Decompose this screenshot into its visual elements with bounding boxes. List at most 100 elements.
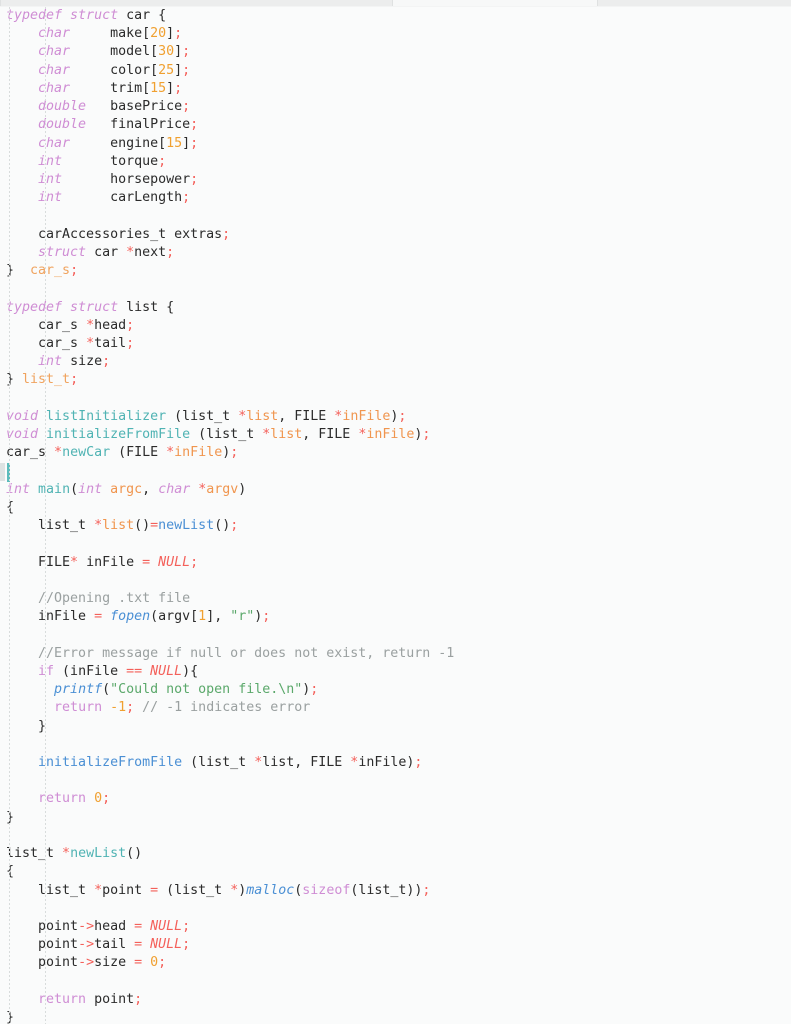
code-line[interactable]: double basePrice;	[0, 98, 791, 116]
code-line[interactable]: } car_s;	[0, 262, 791, 280]
code-line[interactable]: int torque;	[0, 153, 791, 171]
editor-tab-0[interactable]	[0, 0, 394, 6]
code-token: size	[62, 354, 103, 370]
source-code-text[interactable]: typedef struct car { char make[20]; char…	[0, 7, 791, 1024]
code-token: ;	[422, 882, 431, 898]
code-line[interactable]	[0, 572, 791, 590]
code-line[interactable]: point->tail = NULL;	[0, 936, 791, 954]
code-token: list_t	[22, 372, 71, 388]
code-token: color	[70, 62, 151, 78]
code-token: ;	[182, 918, 191, 934]
code-line[interactable]: int main(int argc, char *argv)	[0, 481, 791, 499]
code-line[interactable]: void initializeFromFile (list_t *list, F…	[0, 426, 791, 444]
code-line[interactable]: carAccessories_t extras;	[0, 226, 791, 244]
code-line[interactable]	[0, 462, 791, 480]
code-line[interactable]: return 0;	[0, 790, 791, 808]
code-line[interactable]: list_t *list()=newList();	[0, 517, 791, 535]
code-line[interactable]	[0, 900, 791, 918]
code-line[interactable]: } list_t;	[0, 371, 791, 389]
code-token: inFile	[174, 445, 223, 461]
code-token: *	[126, 244, 135, 260]
code-token: ;	[262, 609, 271, 625]
code-line[interactable]	[0, 390, 791, 408]
code-token: listInitializer	[46, 408, 167, 424]
code-token: point	[102, 882, 151, 898]
code-line[interactable]: }	[0, 718, 791, 736]
code-token: , FILE	[294, 754, 351, 770]
code-token: if	[38, 663, 55, 679]
code-line[interactable]: //Opening .txt file	[0, 590, 791, 608]
code-line[interactable]: initializeFromFile (list_t *list, FILE *…	[0, 754, 791, 772]
code-line[interactable]: char make[20];	[0, 25, 791, 43]
code-token: horsepower	[62, 171, 191, 187]
code-line[interactable]: printf("Could not open file.\n");	[0, 681, 791, 699]
code-line[interactable]: list_t *point = (list_t *)malloc(sizeof(…	[0, 882, 791, 900]
code-token: (list_t	[182, 754, 255, 770]
code-line[interactable]	[0, 736, 791, 754]
code-line[interactable]: int size;	[0, 353, 791, 371]
code-token: ;	[166, 244, 175, 260]
code-line[interactable]: char model[30];	[0, 43, 791, 61]
code-line[interactable]: void listInitializer (list_t *list, FILE…	[0, 408, 791, 426]
code-line[interactable]	[0, 827, 791, 845]
code-line[interactable]	[0, 772, 791, 790]
code-line[interactable]: car_s *newCar (FILE *inFile);	[0, 444, 791, 462]
code-token: list	[102, 518, 135, 534]
code-line[interactable]: char color[25];	[0, 62, 791, 80]
code-line[interactable]: //Error message if null or does not exis…	[0, 645, 791, 663]
code-token: make	[70, 26, 143, 42]
code-token: ;	[70, 263, 79, 279]
code-line[interactable]: return -1; // -1 indicates error	[0, 699, 791, 717]
code-line[interactable]: car_s *tail;	[0, 335, 791, 353]
code-token: // -1 indicates error	[134, 700, 311, 716]
code-token: }	[6, 809, 15, 825]
code-line[interactable]: char trim[15];	[0, 80, 791, 98]
editor-tab-strip[interactable]	[0, 0, 791, 7]
code-token: car_s	[6, 445, 55, 461]
code-line[interactable]	[0, 207, 791, 225]
code-line[interactable]: int carLength;	[0, 189, 791, 207]
code-line[interactable]: return point;	[0, 991, 791, 1009]
code-line[interactable]: point->head = NULL;	[0, 918, 791, 936]
code-line[interactable]	[0, 973, 791, 991]
code-line[interactable]	[0, 280, 791, 298]
code-line[interactable]: typedef struct car {	[0, 7, 791, 25]
code-line[interactable]	[0, 535, 791, 553]
code-token: return	[54, 700, 103, 716]
code-line[interactable]: typedef struct list {	[0, 299, 791, 317]
code-editor-surface[interactable]: typedef struct car { char make[20]; char…	[0, 7, 791, 1024]
editor-tab-2[interactable]	[597, 0, 791, 6]
code-token: ]	[182, 135, 191, 151]
code-token: point	[86, 991, 135, 1007]
editor-tab-1[interactable]	[392, 0, 599, 6]
code-token: "Could not open file.\n"	[110, 682, 303, 698]
code-token: fopen	[110, 609, 151, 625]
code-line[interactable]: }	[0, 1009, 791, 1024]
code-line[interactable]: point->size = 0;	[0, 954, 791, 972]
code-line[interactable]: {	[0, 499, 791, 517]
code-line[interactable]: list_t *newList()	[0, 845, 791, 863]
code-line[interactable]: }	[0, 809, 791, 827]
code-line[interactable]: struct car *next;	[0, 244, 791, 262]
code-line[interactable]: car_s *head;	[0, 317, 791, 335]
code-line[interactable]: int horsepower;	[0, 171, 791, 189]
code-line[interactable]: FILE* inFile = NULL;	[0, 554, 791, 572]
code-token: newList	[70, 846, 127, 862]
code-token: point	[6, 955, 79, 971]
code-line[interactable]: {	[0, 863, 791, 881]
code-line[interactable]: char engine[15];	[0, 135, 791, 153]
code-token: *	[54, 445, 63, 461]
code-line[interactable]: inFile = fopen(argv[1], "r");	[0, 608, 791, 626]
code-token: ;	[230, 445, 239, 461]
code-line[interactable]	[0, 626, 791, 644]
code-token: main	[38, 481, 71, 497]
code-line[interactable]: if (inFile == NULL){	[0, 663, 791, 681]
code-line[interactable]: double finalPrice;	[0, 116, 791, 134]
